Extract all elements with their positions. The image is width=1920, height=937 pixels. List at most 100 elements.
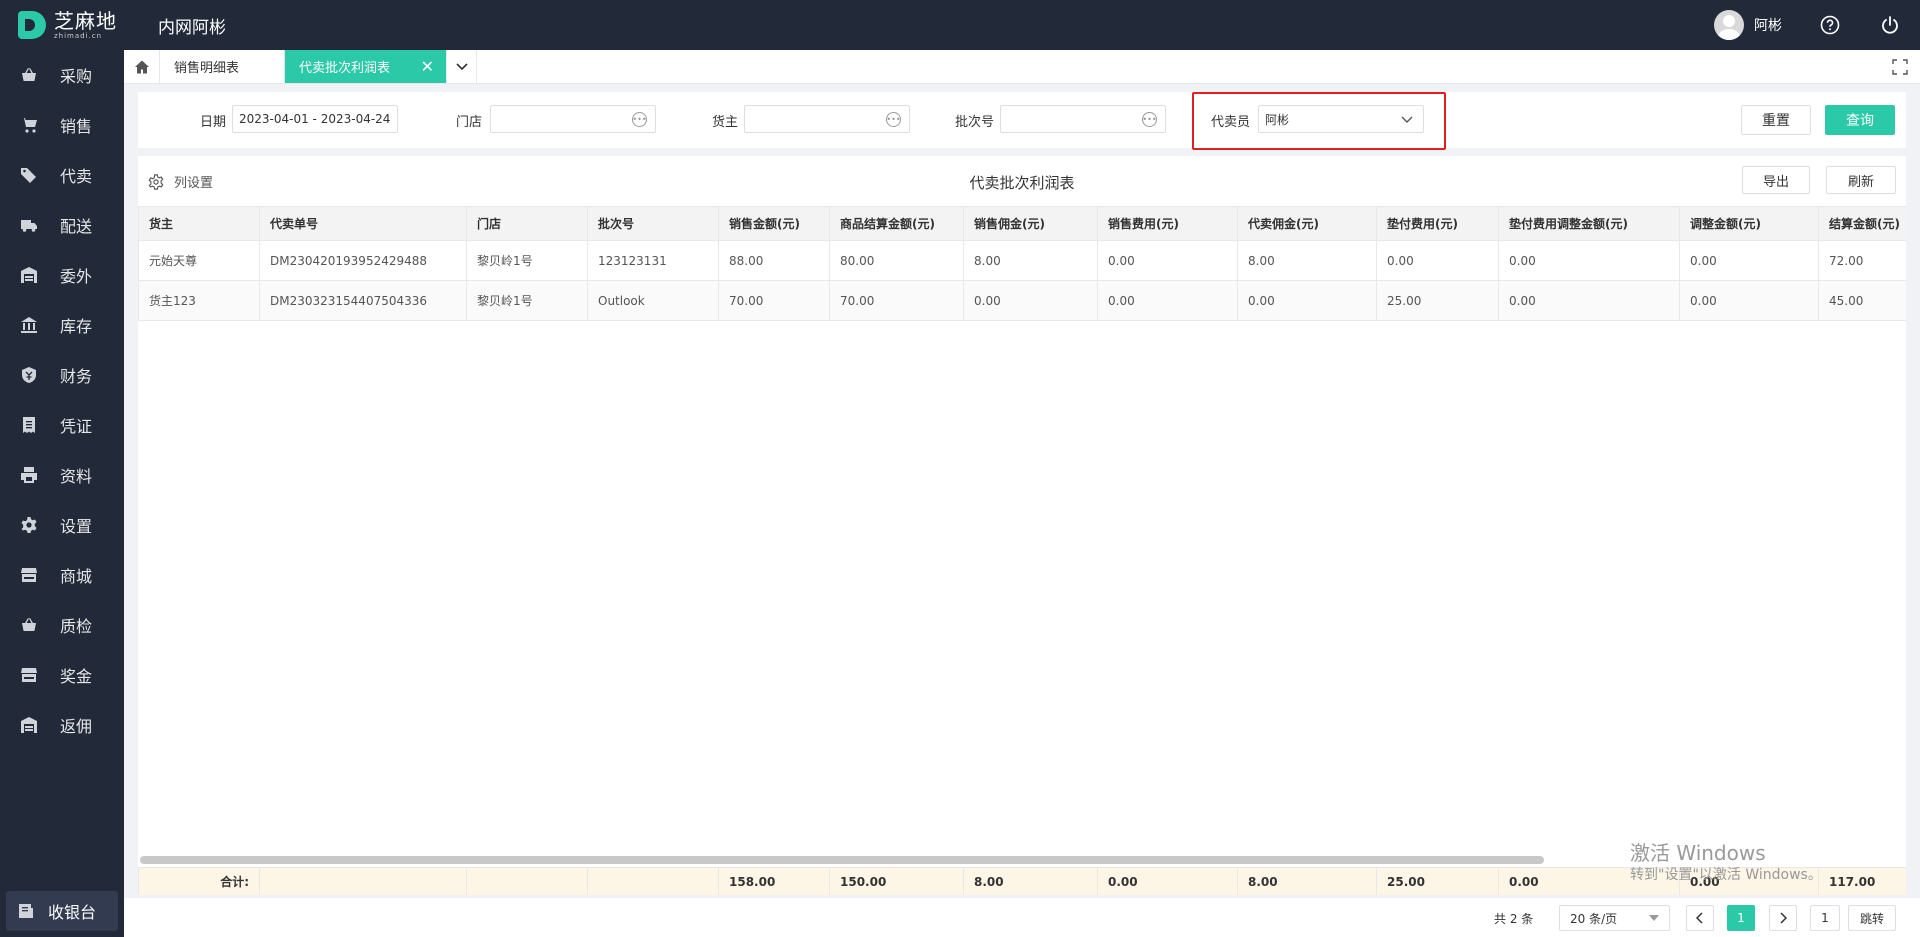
batch-input[interactable]: ••• — [1000, 105, 1166, 133]
reset-button[interactable]: 重置 — [1741, 105, 1811, 135]
more-icon[interactable]: ••• — [886, 112, 901, 127]
query-button[interactable]: 查询 — [1825, 105, 1895, 135]
report-table: 货主 代卖单号 门店 批次号 销售金额(元) 商品结算金额(元) 销售佣金(元)… — [138, 206, 1906, 321]
basket-icon — [20, 66, 38, 84]
total-cell — [466, 867, 588, 895]
sidebar-item-rebate[interactable]: 返佣 — [0, 700, 124, 750]
sidebar-item-purchase[interactable]: 采购 — [0, 50, 124, 100]
sidebar-item-sales[interactable]: 销售 — [0, 100, 124, 150]
table-row[interactable]: 元始天尊 DM230420193952429488 黎贝岭1号 12312313… — [138, 240, 1906, 281]
column-header[interactable]: 批次号 — [587, 206, 719, 241]
sidebar-item-label: 奖金 — [60, 667, 93, 686]
sidebar-item-data[interactable]: 资料 — [0, 450, 124, 500]
caret-down-icon — [1649, 915, 1659, 921]
power-icon[interactable] — [1880, 15, 1900, 35]
batch-label: 批次号 — [955, 115, 995, 130]
tab-list-dropdown[interactable] — [447, 50, 477, 83]
sidebar-item-mall[interactable]: 商城 — [0, 550, 124, 600]
jump-button[interactable]: 跳转 — [1848, 905, 1896, 931]
table-cell: 元始天尊 — [138, 240, 260, 281]
prev-page-button[interactable] — [1686, 905, 1714, 931]
refresh-button[interactable]: 刷新 — [1826, 166, 1896, 194]
store-icon — [20, 566, 38, 584]
page-size-select[interactable]: 20 条/页 — [1559, 905, 1670, 931]
sidebar-item-finance[interactable]: 财务 — [0, 350, 124, 400]
column-header[interactable]: 结算金额(元) — [1818, 206, 1906, 241]
column-header[interactable]: 垫付费用调整金额(元) — [1498, 206, 1680, 241]
table-cell: 货主123 — [138, 280, 260, 321]
owner-label: 货主 — [712, 115, 739, 130]
agent-select[interactable]: 阿彬 — [1258, 105, 1424, 133]
sidebar-item-outsource[interactable]: 委外 — [0, 250, 124, 300]
horizontal-scrollbar[interactable] — [140, 856, 1544, 864]
table-cell: 123123131 — [587, 240, 719, 281]
column-header[interactable]: 销售佣金(元) — [963, 206, 1098, 241]
date-range-input[interactable]: 2023-04-01 - 2023-04-24 — [232, 105, 398, 133]
table-cell: 88.00 — [718, 240, 830, 281]
table-row[interactable]: 货主123 DM230323154407504336 黎贝岭1号 Outlook… — [138, 280, 1906, 321]
page-number-current[interactable]: 1 — [1727, 905, 1755, 931]
total-cell: 25.00 — [1376, 867, 1499, 895]
sidebar-item-inventory[interactable]: 库存 — [0, 300, 124, 350]
store-input[interactable]: ••• — [490, 105, 656, 133]
cart-icon — [20, 116, 38, 134]
home-tab[interactable] — [124, 50, 160, 83]
logo-text: 芝麻地 — [54, 8, 117, 33]
org-name: 内网阿彬 — [158, 17, 226, 38]
column-header[interactable]: 商品结算金额(元) — [829, 206, 964, 241]
help-icon[interactable] — [1820, 15, 1840, 35]
cashier-icon — [18, 903, 34, 919]
agent-label: 代卖员 — [1211, 115, 1251, 130]
store-icon — [20, 666, 38, 684]
column-header[interactable]: 销售金额(元) — [718, 206, 830, 241]
logo[interactable]: 芝麻地 zhimadi.cn — [0, 0, 124, 50]
printer-icon — [20, 466, 38, 484]
logo-mark-icon — [18, 11, 46, 39]
sidebar-item-label: 资料 — [60, 467, 93, 486]
shield-money-icon — [20, 366, 38, 384]
total-cell: 8.00 — [963, 867, 1098, 895]
column-header[interactable]: 销售费用(元) — [1097, 206, 1238, 241]
tab-consignment-profit[interactable]: 代卖批次利润表 ✕ — [285, 50, 447, 83]
close-icon[interactable]: ✕ — [421, 58, 434, 75]
owner-input[interactable]: ••• — [744, 105, 910, 133]
column-header[interactable]: 垫付费用(元) — [1376, 206, 1499, 241]
more-icon[interactable]: ••• — [1142, 112, 1157, 127]
column-header[interactable]: 货主 — [138, 206, 260, 241]
table-cell: DM230420193952429488 — [259, 240, 467, 281]
next-page-button[interactable] — [1769, 905, 1797, 931]
home-icon — [134, 60, 149, 73]
sidebar-item-label: 采购 — [60, 67, 93, 86]
fullscreen-icon — [1892, 58, 1908, 75]
column-header[interactable]: 代卖单号 — [259, 206, 467, 241]
tab-label: 销售明细表 — [174, 61, 240, 76]
sidebar-item-delivery[interactable]: 配送 — [0, 200, 124, 250]
warehouse-icon — [20, 716, 38, 734]
sidebar-item-label: 委外 — [60, 267, 93, 286]
sidebar-item-label: 设置 — [60, 517, 93, 536]
table-cell: 0.00 — [963, 280, 1098, 321]
report-panel: 列设置 代卖批次利润表 导出 刷新 货主 代卖单号 门店 批次号 销售金额(元)… — [138, 156, 1906, 895]
column-header[interactable]: 门店 — [466, 206, 588, 241]
column-header[interactable]: 代卖佣金(元) — [1237, 206, 1377, 241]
sidebar-item-label: 质检 — [60, 617, 93, 636]
table-cell: 72.00 — [1818, 240, 1906, 281]
sidebar-item-bonus[interactable]: 奖金 — [0, 650, 124, 700]
sidebar-item-voucher[interactable]: 凭证 — [0, 400, 124, 450]
sidebar-item-quality[interactable]: 质检 — [0, 600, 124, 650]
export-button[interactable]: 导出 — [1742, 166, 1810, 194]
fullscreen-button[interactable] — [1880, 50, 1920, 83]
more-icon[interactable]: ••• — [632, 112, 647, 127]
column-header[interactable]: 调整金额(元) — [1679, 206, 1819, 241]
avatar[interactable] — [1714, 10, 1744, 40]
tab-sales-detail[interactable]: 销售明细表 — [160, 50, 285, 83]
jump-page-input[interactable]: 1 — [1810, 905, 1840, 931]
table-cell: 8.00 — [1237, 240, 1377, 281]
cashier-button[interactable]: 收银台 — [6, 891, 118, 931]
sidebar-item-consignment[interactable]: 代卖 — [0, 150, 124, 200]
user-name[interactable]: 阿彬 — [1754, 15, 1782, 35]
table-cell: 45.00 — [1818, 280, 1906, 321]
table-cell: 黎贝岭1号 — [466, 240, 588, 281]
sidebar-item-settings[interactable]: 设置 — [0, 500, 124, 550]
table-cell: 0.00 — [1498, 240, 1680, 281]
